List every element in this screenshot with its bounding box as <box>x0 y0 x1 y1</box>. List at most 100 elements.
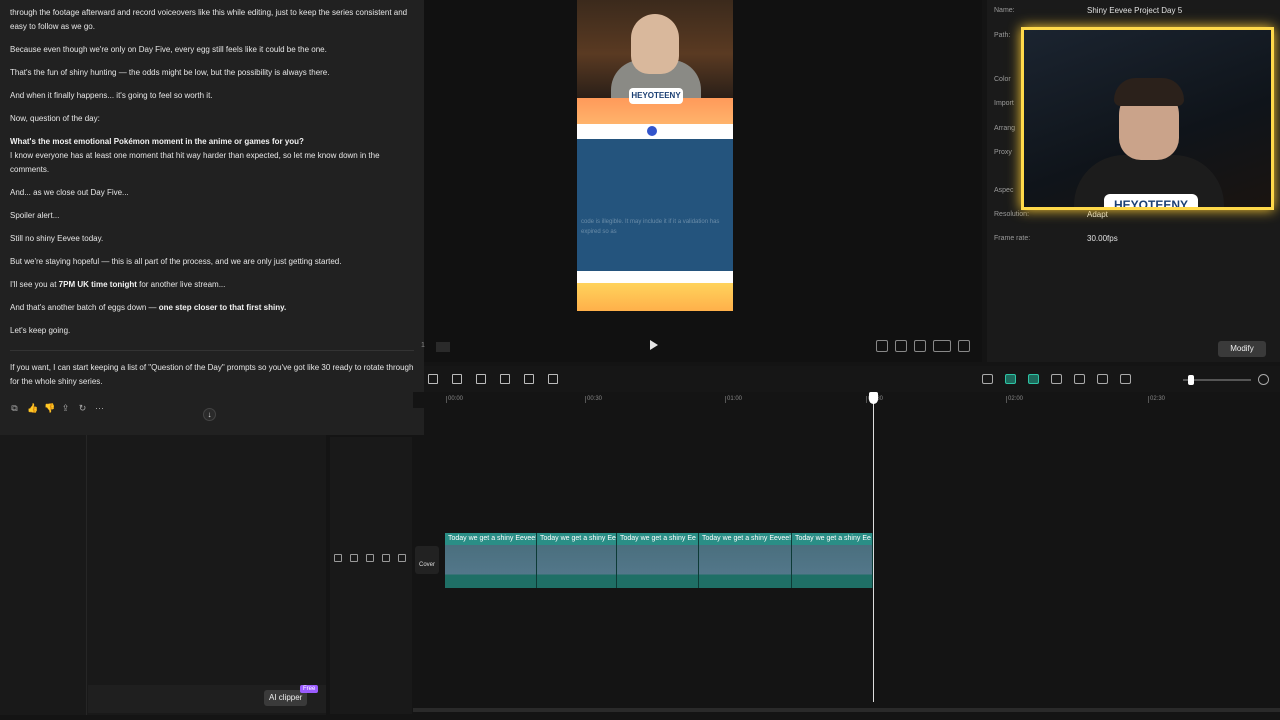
see-you-bold: 7PM UK time tonight <box>58 280 137 289</box>
snap-icon[interactable] <box>1051 374 1062 384</box>
media-panel <box>0 435 326 715</box>
ai-clipper-label: AI clipper <box>269 693 303 702</box>
grid-icon[interactable] <box>436 342 450 352</box>
chat-paragraph: That's the fun of shiny hunting — the od… <box>10 68 330 77</box>
webcam-overlay: HEYOTEENY <box>1021 27 1274 210</box>
eggs-bold: one step closer to that first shiny. <box>158 303 287 312</box>
blurred-text: code is illegible. It may include it if … <box>581 219 720 235</box>
zoom-out-icon[interactable] <box>1120 374 1131 384</box>
timeline-clip[interactable]: Today we get a shiny Ee <box>537 533 617 588</box>
timeline-clip[interactable]: Today we get a shiny Ee <box>792 533 873 588</box>
video-white-band <box>577 271 733 283</box>
timeline-clip[interactable]: Today we get a shiny Ee <box>617 533 699 588</box>
chat-paragraph: And that's another batch of eggs down — … <box>10 301 414 315</box>
webcam-logo: HEYOTEENY <box>1104 194 1198 207</box>
share-icon[interactable]: ⇪ <box>61 404 70 413</box>
page-marker: 1 <box>421 342 425 349</box>
thumbs-up-icon[interactable]: 👍 <box>27 404 38 413</box>
cover-button[interactable]: Cover <box>415 546 439 574</box>
chat-suggestion: If you want, I can start keeping a list … <box>10 363 414 386</box>
prop-label-resolution: Resolution: <box>994 211 1030 218</box>
video-editor-window: through the footage afterward and record… <box>0 0 1280 720</box>
preview-video-frame[interactable]: HEYOTEENY code is illegible. It may incl… <box>577 0 733 311</box>
scroll-down-icon[interactable]: ↓ <box>203 408 216 421</box>
timeline-right-tools <box>982 374 1131 384</box>
chat-paragraph: I know everyone has at least one moment … <box>10 151 380 174</box>
playhead[interactable] <box>873 396 874 702</box>
ruler-tick: 02:00 <box>1005 396 1024 403</box>
magnet-icon[interactable] <box>1005 374 1016 384</box>
chat-paragraph: But we're staying hopeful — this is all … <box>10 257 342 266</box>
prop-label-aspect: Aspec <box>994 187 1014 194</box>
more-icon[interactable]: ⋯ <box>95 404 104 413</box>
preview-axis-icon[interactable] <box>1074 374 1085 384</box>
prop-label-proxy: Proxy <box>994 149 1012 156</box>
webcam-person-hair <box>1114 78 1184 106</box>
safe-area-icon[interactable] <box>895 340 907 352</box>
chat-paragraph: Spoiler alert... <box>10 211 60 220</box>
ruler-tick: 02:30 <box>1147 396 1166 403</box>
fit-icon[interactable] <box>1097 374 1108 384</box>
clip-label: Today we get a shiny Eevee! <box>448 535 537 542</box>
prop-label-import: Import <box>994 100 1014 107</box>
zoom-slider-knob[interactable] <box>1188 375 1194 385</box>
playhead-handle[interactable] <box>869 392 878 404</box>
prop-value-resolution: Adapt <box>1087 210 1108 219</box>
edit-icon[interactable] <box>548 374 558 384</box>
trim-right-icon[interactable] <box>476 374 486 384</box>
timeline-scrollbar[interactable] <box>413 708 1280 712</box>
prop-label-color: Color <box>994 76 1011 83</box>
chat-actions: ⧉ 👍 👎 ⇪ ↻ ⋯ <box>10 404 104 413</box>
more-icon[interactable] <box>398 554 406 562</box>
video-logo: HEYOTEENY <box>629 88 683 104</box>
see-you-pre: I'll see you at <box>10 280 59 289</box>
pokeball-icon <box>647 126 657 136</box>
clip-label: Today we get a shiny Ee <box>620 535 696 542</box>
microphone-icon[interactable] <box>982 374 993 384</box>
video-orange-band <box>577 283 733 311</box>
trim-left-icon[interactable] <box>452 374 462 384</box>
modify-button[interactable]: Modify <box>1218 341 1266 357</box>
cover-label: Cover <box>418 562 435 568</box>
timeline-clip[interactable]: Today we get a shiny Eevee! <box>699 533 792 588</box>
prop-label-framerate: Frame rate: <box>994 235 1031 242</box>
ruler-tick: 00:00 <box>445 396 464 403</box>
copy-icon[interactable]: ⧉ <box>10 404 19 413</box>
prop-label-arrange: Arrang <box>994 125 1016 132</box>
video-track: Today we get a shiny Eevee! Today we get … <box>445 533 873 588</box>
ruler-tick: 00:30 <box>584 396 603 403</box>
clip-label: Today we get a shiny Eevee! <box>702 535 792 542</box>
track-header-panel <box>330 437 412 714</box>
eggs-pre: And that's another batch of eggs down — <box>10 303 159 312</box>
prop-value-framerate: 30.00fps <box>1087 234 1118 243</box>
play-icon[interactable] <box>650 340 658 350</box>
thumbs-down-icon[interactable]: 👎 <box>44 404 55 413</box>
track-type-icon <box>334 554 342 562</box>
video-person-head <box>631 14 679 74</box>
fullscreen-icon[interactable] <box>958 340 970 352</box>
snapshot-icon[interactable] <box>914 340 926 352</box>
timeline-edit-tools <box>428 374 558 384</box>
audio-icon[interactable] <box>382 554 390 562</box>
chat-paragraph: Now, question of the day: <box>10 114 100 123</box>
eye-icon[interactable] <box>366 554 374 562</box>
zoom-in-icon[interactable] <box>1258 374 1269 385</box>
chat-paragraph: And when it finally happens... it's goin… <box>10 91 213 100</box>
link-icon[interactable] <box>1028 374 1039 384</box>
aspect-icon[interactable] <box>876 340 888 352</box>
video-game-screen: code is illegible. It may include it if … <box>577 139 733 271</box>
marker-icon[interactable] <box>524 374 534 384</box>
ratio-icon[interactable] <box>933 340 951 352</box>
clip-label: Today we get a shiny Ee <box>795 535 871 542</box>
question-of-the-day: What's the most emotional Pokémon moment… <box>10 135 414 149</box>
chat-paragraph: through the footage afterward and record… <box>10 8 408 31</box>
regenerate-icon[interactable]: ↻ <box>78 404 87 413</box>
timeline-clip[interactable]: Today we get a shiny Eevee! <box>445 533 537 588</box>
question-bold: What's the most emotional Pokémon moment… <box>10 137 304 146</box>
delete-icon[interactable] <box>500 374 510 384</box>
chat-panel: through the footage afterward and record… <box>0 0 424 435</box>
prop-value-name: Shiny Eevee Project Day 5 <box>1087 6 1183 15</box>
split-icon[interactable] <box>428 374 438 384</box>
prop-label-name: Name: <box>994 7 1015 14</box>
lock-icon[interactable] <box>350 554 358 562</box>
